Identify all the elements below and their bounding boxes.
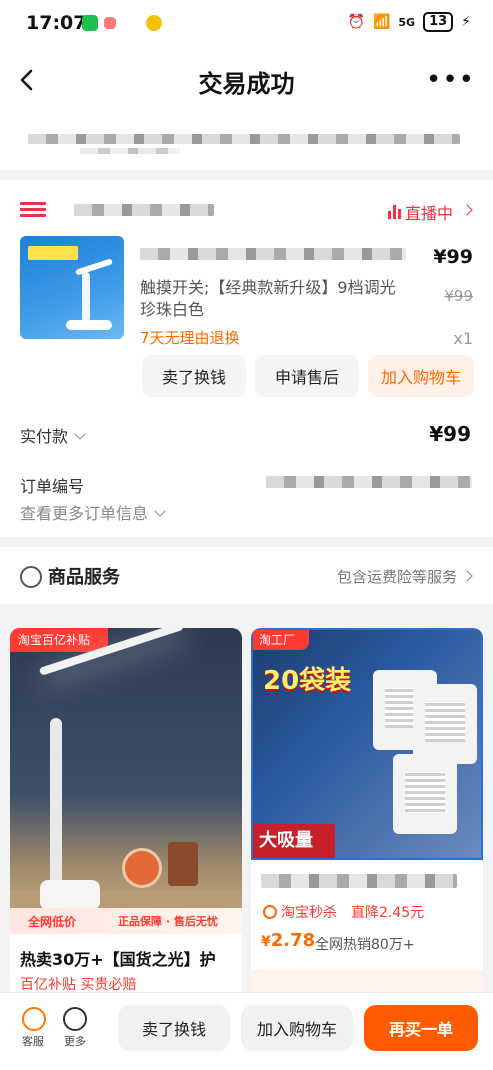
original-price: ¥99 [444, 287, 473, 305]
recommended-product-card[interactable]: 淘工厂 20袋装 大吸量 淘宝秒杀 直降2.45元 ¥2.78 全网热销80万+ [251, 628, 483, 998]
customer-service-icon[interactable] [22, 1007, 46, 1031]
wifi-icon: 📶 [372, 14, 391, 30]
more-label[interactable]: 更多 [64, 1033, 86, 1049]
customer-service-label[interactable]: 客服 [22, 1033, 44, 1049]
product-price: ¥2.78 [261, 930, 316, 951]
bottom-action-bar: 客服 更多 卖了换钱 加入购物车 再买一单 [0, 992, 493, 1070]
delivery-address[interactable] [0, 114, 493, 170]
order-number-redacted[interactable] [266, 476, 472, 488]
recommendation-feed: 淘宝百亿补贴 全网低价 正品保障 · 售后无忧 热卖30万+【国货之光】护 百亿… [0, 614, 493, 998]
product-subtitle: 百亿补贴 买贵必赔 [20, 977, 137, 993]
chevron-down-icon [74, 428, 86, 440]
subsidy-corner-tag: 淘宝百亿补贴 [10, 628, 108, 652]
sell-button[interactable]: 卖了换钱 [142, 355, 246, 397]
app-notification-icon [104, 17, 116, 29]
product-spec[interactable]: 触摸开关;【经典款新升级】9档调光珍珠白色 [140, 277, 400, 321]
service-shield-icon [20, 566, 42, 588]
status-bar: 17:07 ⏰ 📶 5G 13 ⚡ [0, 0, 493, 48]
sales-count: 全网热销80万+ [315, 937, 415, 953]
charging-icon: ⚡ [461, 14, 471, 30]
paid-amount: ¥99 [429, 422, 471, 446]
more-circle-icon[interactable] [63, 1007, 87, 1031]
pack-count-headline: 20袋装 [263, 666, 352, 696]
address-redacted [28, 134, 460, 144]
chevron-right-icon [461, 204, 473, 216]
shop-icon [20, 202, 46, 218]
chevron-right-icon [461, 570, 473, 582]
order-number-label: 订单编号 [20, 477, 85, 496]
live-streaming-link[interactable]: 直播中 [387, 200, 473, 224]
absorption-badge: 大吸量 [253, 824, 335, 858]
product-title-redacted [261, 874, 457, 888]
flash-sale-tag: 淘宝秒杀 直降2.45元 [263, 902, 424, 922]
more-options-icon[interactable]: ••• [426, 67, 475, 93]
product-price: ¥99 [433, 246, 473, 268]
product-image[interactable]: 淘工厂 20袋装 大吸量 [251, 628, 483, 860]
product-title-redacted[interactable] [140, 248, 406, 260]
product-service-row[interactable]: 商品服务 包含运费险等服务 [0, 547, 493, 604]
shop-name-redacted[interactable] [74, 204, 214, 216]
top-bar: 交易成功 ••• [0, 48, 493, 114]
return-policy-tag: 7天无理由退换 [140, 329, 240, 347]
promo-badge-strip: 全网低价 正品保障 · 售后无忧 [10, 908, 242, 934]
add-to-cart-button[interactable]: 加入购物车 [241, 1005, 353, 1051]
order-card: 直播中 触摸开关;【经典款新升级】9档调光珍珠白色 7天无理由退换 ¥99 ¥9… [0, 180, 493, 537]
product-image[interactable]: 淘宝百亿补贴 全网低价 正品保障 · 售后无忧 [10, 628, 242, 934]
sell-button[interactable]: 卖了换钱 [118, 1005, 230, 1051]
address-redacted-line2 [80, 148, 180, 154]
network-type: 5G [398, 15, 416, 29]
alarm-clock-image [122, 848, 162, 888]
live-bars-icon [387, 205, 401, 219]
product-quantity: x1 [453, 329, 473, 348]
factory-corner-tag: 淘工厂 [253, 630, 309, 650]
rebuy-button[interactable]: 再买一单 [364, 1005, 478, 1051]
service-summary: 包含运费险等服务 [337, 566, 473, 587]
battery-level: 13 [423, 12, 454, 32]
service-title: 商品服务 [48, 567, 120, 588]
paid-amount-toggle[interactable]: 实付款 [20, 423, 86, 447]
product-thumbnail[interactable] [20, 236, 124, 339]
chevron-down-icon [154, 505, 166, 517]
alarm-icon: ⏰ [347, 14, 365, 30]
alarm-clock-icon [263, 905, 277, 919]
status-time: 17:07 [26, 12, 87, 34]
more-order-info-link[interactable]: 查看更多订单信息 [20, 500, 166, 524]
add-to-cart-button[interactable]: 加入购物车 [368, 355, 474, 397]
recommended-product-card[interactable]: 淘宝百亿补贴 全网低价 正品保障 · 售后无忧 热卖30万+【国货之光】护 百亿… [10, 628, 242, 998]
page-title: 交易成功 [198, 70, 295, 98]
wechat-icon [82, 15, 98, 31]
product-title: 热卖30万+【国货之光】护 [20, 950, 216, 969]
after-sale-button[interactable]: 申请售后 [255, 355, 359, 397]
status-indicators: ⏰ 📶 5G 13 ⚡ [347, 12, 471, 32]
pencil-cup-image [168, 842, 198, 886]
game-notification-icon [146, 15, 162, 31]
